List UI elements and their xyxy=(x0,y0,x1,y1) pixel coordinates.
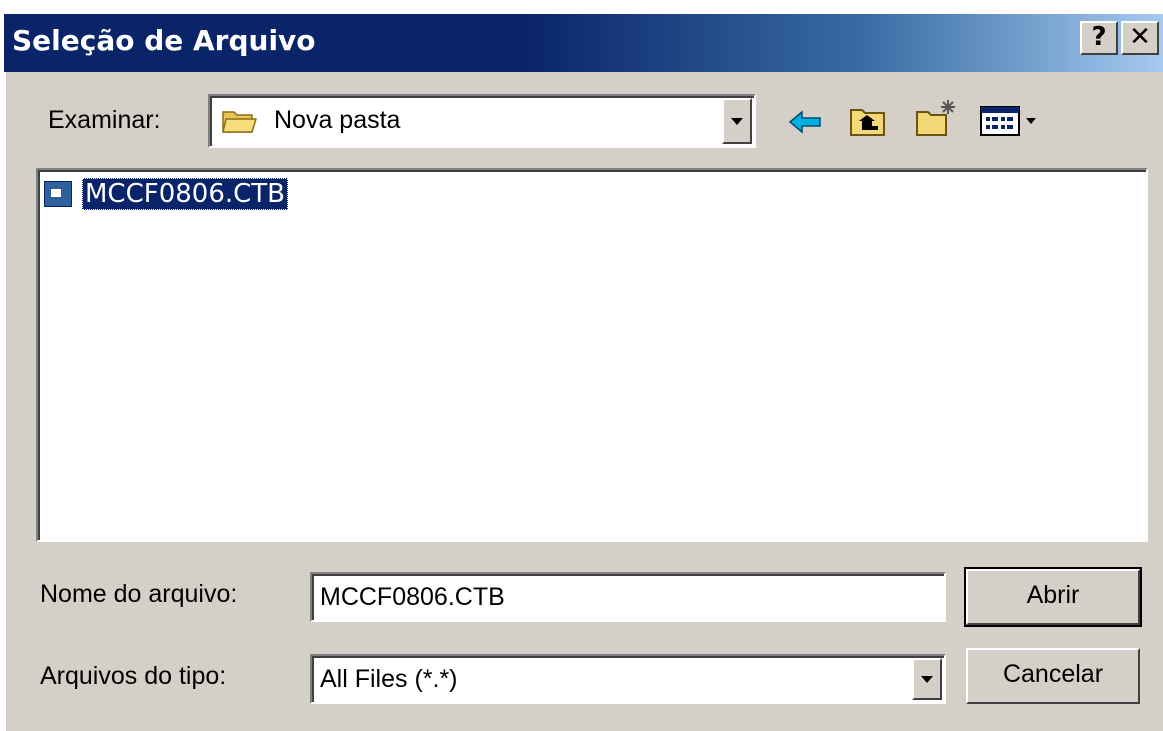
look-in-dropdown-button[interactable] xyxy=(722,98,752,144)
title-bar[interactable]: Seleção de Arquivo ? ✕ xyxy=(4,14,1163,72)
file-name-label: Nome do arquivo: xyxy=(40,580,238,608)
look-in-combo[interactable]: Nova pasta xyxy=(208,94,756,148)
cancel-button[interactable]: Cancelar xyxy=(966,648,1140,704)
chevron-down-icon xyxy=(921,676,933,683)
file-name-input[interactable]: MCCF0806.CTB xyxy=(310,572,946,622)
open-button[interactable]: Abrir xyxy=(964,567,1142,627)
close-button[interactable]: ✕ xyxy=(1121,21,1159,55)
file-name-value: MCCF0806.CTB xyxy=(320,583,505,611)
new-folder-icon[interactable] xyxy=(914,98,960,143)
view-menu-icon[interactable] xyxy=(980,106,1044,141)
look-in-value: Nova pasta xyxy=(274,106,401,134)
file-list[interactable]: MCCF0806.CTB xyxy=(36,168,1148,542)
file-type-select[interactable]: All Files (*.*) xyxy=(310,654,946,704)
folder-icon xyxy=(222,108,258,134)
chevron-down-icon xyxy=(731,118,743,125)
help-button[interactable]: ? xyxy=(1080,21,1118,55)
file-type-label: Arquivos do tipo: xyxy=(40,662,227,690)
file-name-label: MCCF0806.CTB xyxy=(82,178,289,210)
file-type-value: All Files (*.*) xyxy=(320,665,458,693)
up-folder-icon[interactable] xyxy=(848,102,888,143)
file-type-dropdown-button[interactable] xyxy=(912,658,942,700)
window-title: Seleção de Arquivo xyxy=(12,24,316,57)
back-arrow-icon[interactable] xyxy=(788,108,824,141)
file-icon xyxy=(44,181,72,207)
look-in-label: Examinar: xyxy=(48,106,161,134)
